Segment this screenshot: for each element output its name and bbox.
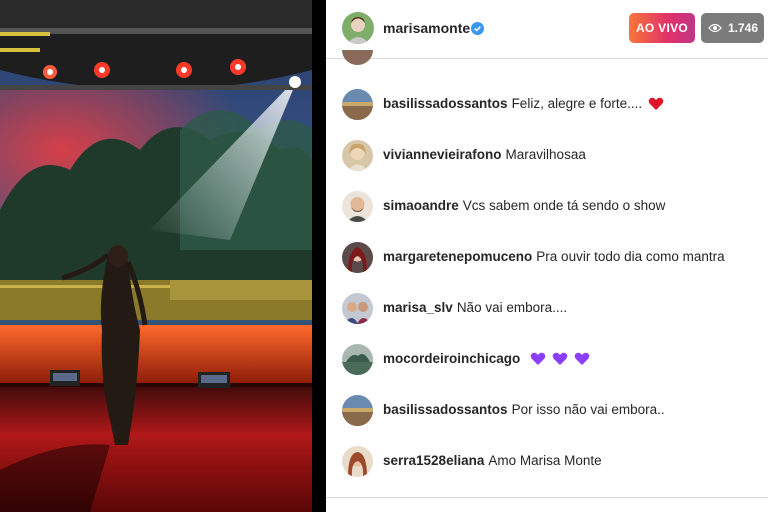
heart-icon — [648, 98, 664, 111]
avatar[interactable] — [342, 242, 373, 273]
comment-username[interactable]: margaretenepomuceno — [383, 249, 532, 264]
viewer-count-badge[interactable]: 1.746 — [701, 13, 764, 43]
comment-username[interactable]: basilissadossantos — [383, 96, 508, 111]
live-badge: AO VIVO — [629, 13, 695, 43]
comment-username[interactable]: serra1528eliana — [383, 453, 484, 468]
list-item: margaretenepomuceno Pra ouvir todo dia co… — [326, 238, 768, 278]
purple-heart-icon — [530, 353, 546, 366]
live-video[interactable] — [0, 0, 312, 512]
comment-text: Não vai embora.... — [456, 300, 568, 315]
verified-icon — [471, 22, 484, 35]
comment-username[interactable]: simaoandre — [383, 198, 459, 213]
eye-icon — [708, 23, 722, 33]
avatar[interactable] — [342, 191, 373, 222]
avatar[interactable] — [342, 446, 373, 477]
live-chat-panel: marisamonte AO VIVO 1.746 basilissadossa… — [326, 0, 768, 512]
comment-text: Vcs sabem onde tá sendo o show — [462, 198, 666, 213]
comment-text: Por isso não vai embora.. — [511, 402, 665, 417]
avatar[interactable] — [342, 140, 373, 171]
avatar[interactable] — [342, 395, 373, 426]
comment-username[interactable]: viviannevieirafono — [383, 147, 502, 162]
avatar[interactable] — [342, 293, 373, 324]
host-username[interactable]: marisamonte — [383, 20, 470, 36]
list-item: mocordeiroinchicago — [326, 340, 768, 380]
avatar[interactable] — [342, 89, 373, 120]
avatar[interactable] — [342, 344, 373, 375]
purple-heart-icon — [552, 353, 568, 366]
host-avatar[interactable] — [342, 12, 374, 44]
concert-scene — [0, 0, 312, 512]
comment-text: Feliz, alegre e forte.... — [511, 96, 643, 111]
list-item: viviannevieirafono Maravilhosaa — [326, 136, 768, 176]
comment-bar — [326, 497, 768, 512]
comment-username[interactable]: basilissadossantos — [383, 402, 508, 417]
partial-avatar — [342, 50, 373, 68]
comment-text: Amo Marisa Monte — [488, 453, 602, 468]
list-item: simaoandre Vcs sabem onde tá sendo o show — [326, 187, 768, 227]
viewer-count: 1.746 — [728, 21, 759, 35]
comment-text: Maravilhosaa — [505, 147, 586, 162]
live-header: marisamonte AO VIVO 1.746 — [326, 0, 768, 59]
divider — [312, 0, 326, 512]
list-item: basilissadossantos Por isso não vai embor… — [326, 391, 768, 431]
list-item: serra1528eliana Amo Marisa Monte — [326, 442, 768, 482]
comment-text: Pra ouvir todo dia como mantra — [536, 249, 725, 264]
comment-username[interactable]: mocordeiroinchicago — [383, 351, 520, 366]
comment-username[interactable]: marisa_slv — [383, 300, 453, 315]
purple-heart-icon — [574, 353, 589, 366]
list-item: basilissadossantos Feliz, alegre e forte.… — [326, 85, 768, 125]
list-item: marisa_slv Não vai embora.... — [326, 289, 768, 329]
